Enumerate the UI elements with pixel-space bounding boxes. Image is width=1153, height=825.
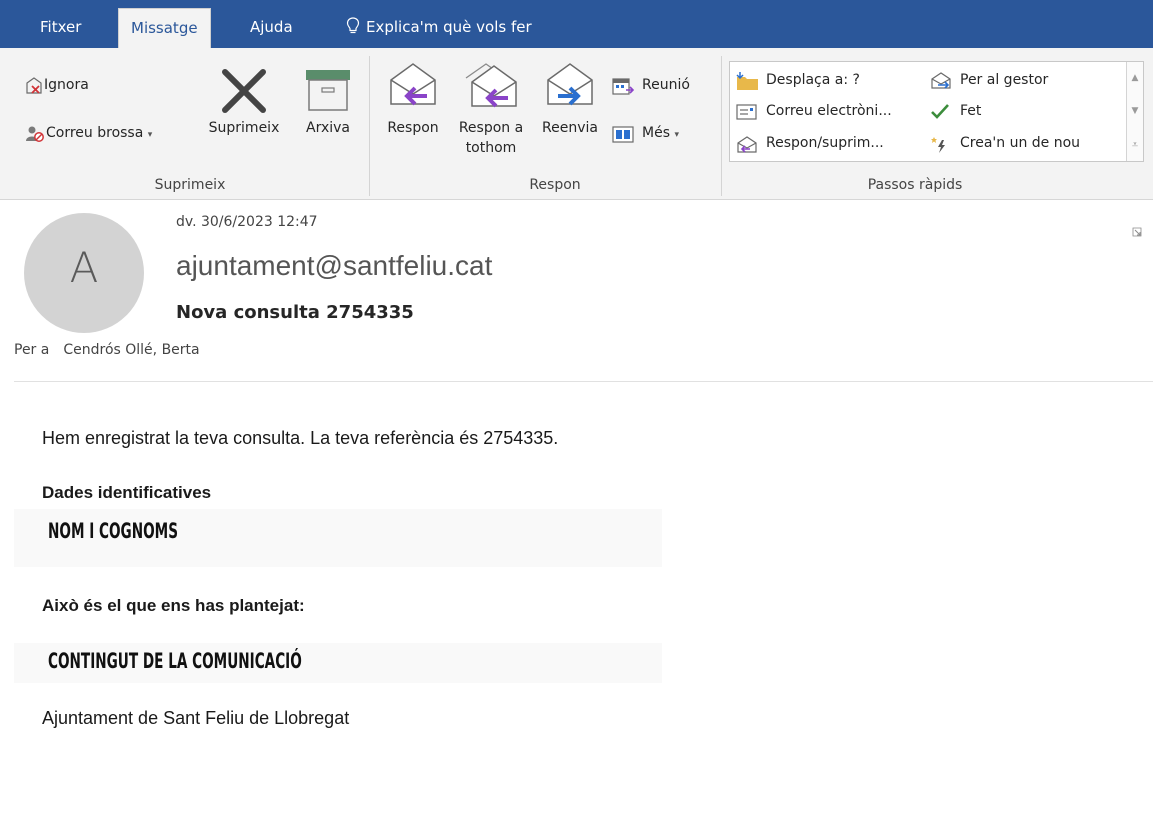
expand-gallery-icon[interactable]: ⩡ [1127, 128, 1143, 161]
to-label: Per a [14, 342, 50, 358]
quick-steps-scrollbar[interactable]: ▲ ▼ ⩡ [1126, 62, 1143, 161]
quick-steps-gallery: Desplaça a: ? Correu electròni... Respon… [729, 61, 1144, 162]
ignore-icon [26, 77, 42, 94]
ignore-button[interactable]: Ignora [26, 77, 89, 99]
quick-step-label: Fet [960, 103, 982, 119]
tell-me-label: Explica'm què vols fer [366, 18, 532, 36]
forward-button[interactable]: Reenvia [534, 60, 606, 146]
body-intro: Hem enregistrat la teva consulta. La tev… [42, 428, 559, 448]
question-field: CONTINGUT DE LA COMUNICACIÓ [14, 643, 662, 683]
quick-step-create-new[interactable]: Crea'n un de nou [930, 135, 1080, 157]
archive-label: Arxiva [306, 120, 350, 136]
scroll-up-icon[interactable]: ▲ [1127, 62, 1143, 95]
question-value: CONTINGUT DE LA COMUNICACIÓ [48, 649, 302, 673]
quick-step-email[interactable]: Correu electròni... [736, 103, 892, 125]
group-divider [369, 56, 370, 196]
email-date: dv. 30/6/2023 12:47 [176, 214, 318, 230]
quick-step-done[interactable]: Fet [930, 103, 981, 125]
quick-step-to-manager[interactable]: Per al gestor [930, 72, 1048, 94]
delete-button[interactable]: Suprimeix [200, 66, 288, 146]
junk-user-icon [26, 126, 44, 142]
quick-step-label: Desplaça a: ? [766, 72, 860, 88]
avatar: A [24, 213, 144, 333]
quick-step-label: Respon/suprim... [766, 135, 884, 151]
chevron-down-icon: ▾ [147, 130, 153, 140]
reply-all-icon [465, 63, 517, 108]
quick-steps-group-label: Passos ràpids [867, 177, 963, 193]
dialog-launcher-icon[interactable] [1132, 227, 1142, 237]
identity-field: NOM I COGNOMS [14, 509, 662, 567]
archive-box-icon [306, 70, 350, 111]
reply-all-button[interactable]: Respon a tothom [450, 60, 532, 180]
more-im-icon [612, 126, 634, 143]
tell-me-search[interactable]: Explica'm què vols fer [334, 8, 544, 48]
reply-all-label-line2: tothom [465, 140, 517, 156]
signature: Ajuntament de Sant Feliu de Llobregat [42, 708, 350, 728]
identity-value: NOM I COGNOMS [48, 519, 179, 543]
archive-button[interactable]: Arxiva [296, 66, 360, 146]
reply-icon [390, 63, 436, 106]
junk-label: Correu brossa [46, 125, 144, 141]
tab-help[interactable]: Ajuda [238, 8, 305, 48]
junk-button[interactable]: Correu brossa ▾ [26, 125, 152, 147]
lightning-sparkle-icon [931, 137, 945, 153]
reply-all-label-line1: Respon a [458, 120, 524, 136]
delete-group-label: Suprimeix [154, 177, 226, 193]
reply-button[interactable]: Respon [378, 60, 448, 146]
quick-step-label: Correu electròni... [766, 103, 892, 119]
delete-label: Suprimeix [208, 120, 280, 136]
group-divider [721, 56, 722, 196]
avatar-letter: A [69, 243, 99, 292]
quick-step-label: Per al gestor [960, 72, 1049, 88]
chevron-down-icon: ▾ [674, 130, 679, 140]
more-respond-button[interactable]: Més ▾ [612, 125, 679, 147]
sender-address[interactable]: ajuntament@santfeliu.cat [176, 250, 492, 282]
email-icon [736, 104, 757, 120]
menu-bar: Fitxer Missatge Ajuda Explica'm què vols… [0, 0, 1153, 48]
delete-x-icon [222, 69, 266, 113]
header-divider [14, 381, 1153, 382]
reply-label: Respon [387, 120, 439, 136]
quick-step-move-to[interactable]: Desplaça a: ? [736, 72, 860, 94]
checkmark-icon [931, 104, 949, 119]
identity-heading: Dades identificatives [42, 483, 212, 502]
ignore-label: Ignora [44, 77, 89, 93]
more-label: Més [642, 125, 670, 141]
forward-label: Reenvia [542, 120, 598, 136]
meeting-label: Reunió [642, 77, 690, 93]
folder-move-icon [736, 72, 758, 90]
recipients-row: Per a Cendrós Ollé, Berta [14, 342, 200, 358]
quick-step-label: Crea'n un de nou [960, 135, 1081, 151]
recipient-name[interactable]: Cendrós Ollé, Berta [63, 342, 199, 358]
tab-file[interactable]: Fitxer [28, 8, 93, 48]
forward-icon [547, 63, 593, 106]
respond-group-label: Respon [529, 177, 581, 193]
meeting-calendar-icon [612, 78, 634, 95]
reply-delete-icon [737, 136, 757, 153]
scroll-down-icon[interactable]: ▼ [1127, 95, 1143, 128]
question-heading: Això és el que ens has plantejat: [42, 596, 305, 615]
lightbulb-icon [346, 17, 360, 34]
forward-to-manager-icon [931, 72, 951, 89]
quick-step-reply-delete[interactable]: Respon/suprim... [736, 135, 884, 157]
email-subject: Nova consulta 2754335 [176, 302, 414, 323]
tab-message[interactable]: Missatge [118, 8, 211, 48]
meeting-button[interactable]: Reunió [612, 77, 690, 99]
